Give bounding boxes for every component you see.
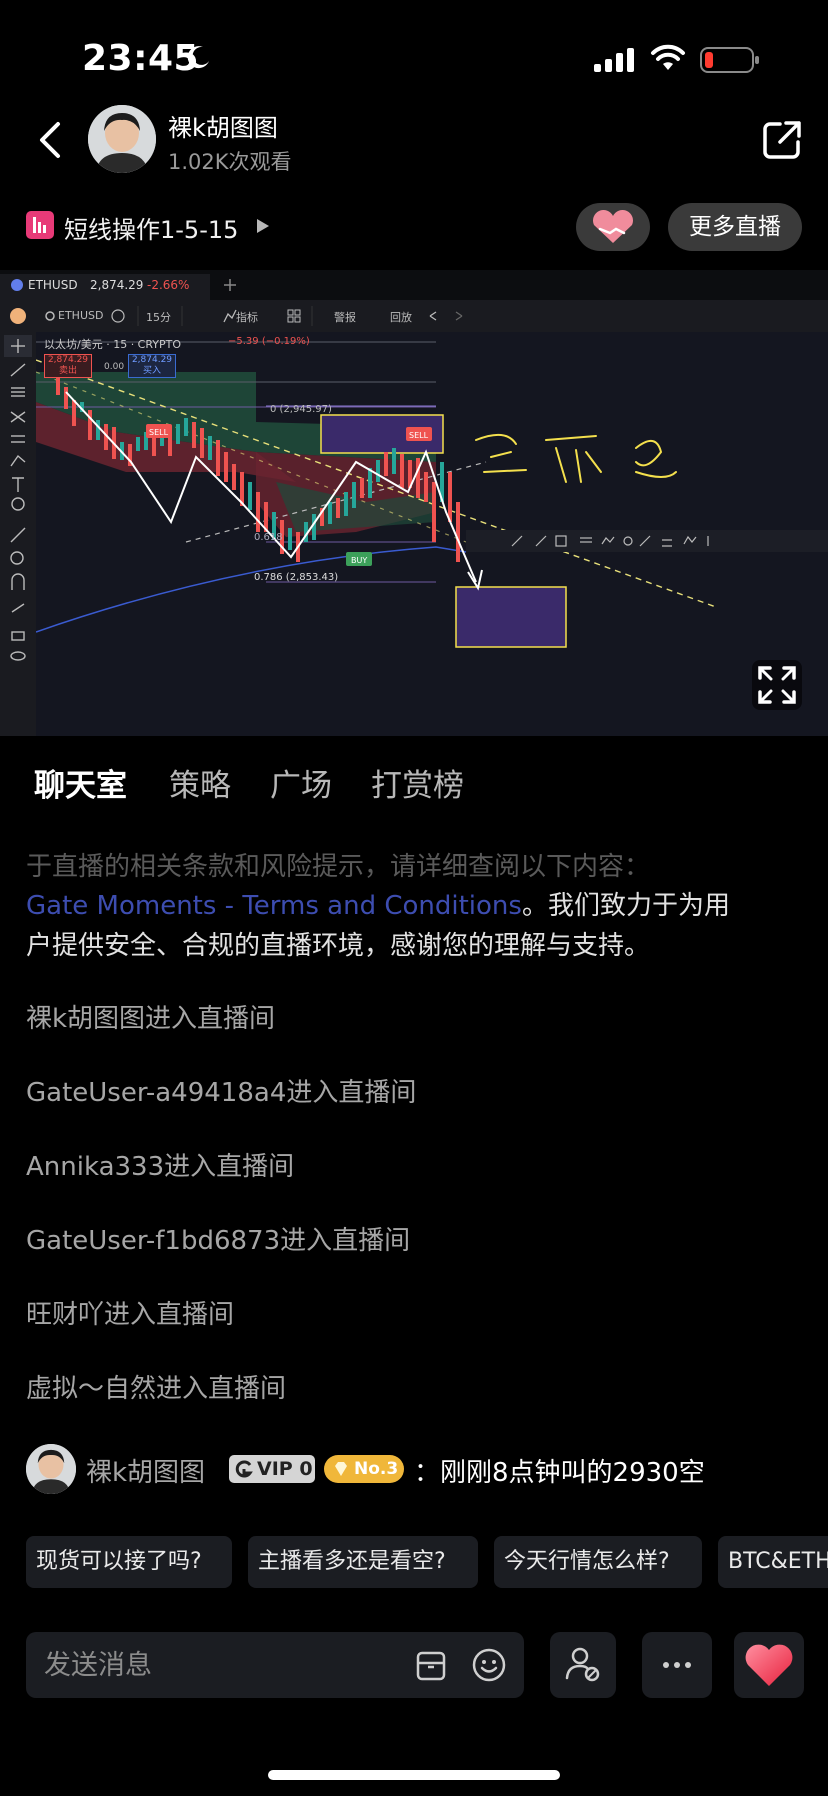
wifi-icon bbox=[651, 44, 685, 70]
support-heart-button[interactable] bbox=[576, 203, 650, 251]
notice-text: Gate Moments - Terms and Conditions。我们致力… bbox=[26, 886, 806, 966]
join-message: GateUser-a49418a4进入直播间 bbox=[26, 1078, 417, 1108]
join-message: 裸k胡图图进入直播间 bbox=[26, 1004, 276, 1034]
topic-label[interactable]: 短线操作1-5-15 bbox=[64, 210, 238, 245]
view-count: 1.02K次观看 bbox=[168, 150, 292, 174]
svg-text:0 (2,945.97): 0 (2,945.97) bbox=[270, 404, 332, 415]
notice-after-link: 。我们致力于为用 bbox=[521, 891, 730, 921]
quick-reply-chip[interactable]: BTC&ETH bbox=[718, 1536, 828, 1588]
heart-icon bbox=[745, 1644, 793, 1686]
home-indicator bbox=[268, 1770, 560, 1780]
tab-strategy[interactable]: 策略 bbox=[169, 760, 231, 805]
notice-line2: 户提供安全、合规的直播环境，感谢您的理解与支持。 bbox=[26, 931, 651, 961]
chart-tab-bar: ETHUSD 2,874.29 -2.66% bbox=[0, 270, 828, 300]
signal-icon bbox=[594, 48, 634, 72]
chart-drawing-sidebar bbox=[0, 332, 36, 736]
message-input[interactable] bbox=[44, 1632, 404, 1698]
legend-title: 以太坊/美元 · 15 · CRYPTO bbox=[44, 338, 182, 351]
join-message: 旺财吖进入直播间 bbox=[26, 1300, 235, 1330]
svg-text:0.786 (2,853.43): 0.786 (2,853.43) bbox=[254, 572, 338, 583]
svg-text:SELL: SELL bbox=[409, 431, 429, 440]
rank-badge: No.3 bbox=[324, 1455, 404, 1483]
legend-change: −5.39 (−0.19%) bbox=[228, 336, 310, 347]
status-bar: 23:45 bbox=[0, 0, 828, 110]
host-avatar[interactable] bbox=[88, 105, 156, 173]
tab-square[interactable]: 广场 bbox=[270, 760, 332, 805]
join-message: GateUser-f1bd6873进入直播间 bbox=[26, 1226, 411, 1256]
quick-reply-chip[interactable]: 今天行情怎么样? bbox=[494, 1536, 702, 1588]
gift-box-icon[interactable] bbox=[416, 1650, 446, 1682]
live-video-stream[interactable]: ETHUSD 2,874.29 -2.66% ETHUSD 15分 指标 警报 … bbox=[0, 270, 828, 736]
heart-handshake-icon bbox=[592, 209, 634, 243]
chart-toolbar: ETHUSD 15分 指标 警报 回放 bbox=[0, 300, 828, 332]
live-bars-icon bbox=[26, 211, 54, 239]
quick-reply-chip[interactable]: 主播看多还是看空? bbox=[248, 1536, 478, 1588]
more-options-button[interactable] bbox=[642, 1632, 712, 1698]
quick-reply-chip[interactable]: 现货可以接了吗? bbox=[26, 1536, 232, 1588]
user-settings-icon bbox=[565, 1647, 600, 1682]
like-button[interactable] bbox=[734, 1632, 804, 1698]
join-message: Annika333进入直播间 bbox=[26, 1152, 295, 1182]
chart-price: 2,874.29 bbox=[90, 278, 144, 292]
message-author[interactable]: 裸k胡图图 bbox=[86, 1452, 205, 1489]
notice-faded-line: 于直播的相关条款和风险提示，请详细查阅以下内容： bbox=[26, 852, 651, 882]
terms-link[interactable]: Gate Moments - Terms and Conditions bbox=[26, 891, 522, 921]
vip-level: VIP 0 bbox=[257, 1458, 313, 1480]
chart-symbol: ETHUSD bbox=[28, 278, 78, 292]
user-settings-button[interactable] bbox=[550, 1632, 616, 1698]
diamond-icon bbox=[335, 1462, 347, 1476]
sell-box-price: 2,874.29 bbox=[47, 355, 89, 365]
vip-badge: VIP 0 bbox=[229, 1455, 315, 1483]
buy-box[interactable]: 2,874.29 买入 bbox=[128, 354, 176, 378]
tab-chatroom[interactable]: 聊天室 bbox=[34, 760, 127, 805]
vip-g-icon bbox=[235, 1460, 253, 1478]
host-name[interactable]: 裸k胡图图 bbox=[168, 108, 278, 143]
svg-text:SELL: SELL bbox=[149, 428, 169, 437]
message-text: ：刚刚8点钟叫的2930空 bbox=[414, 1458, 705, 1488]
battery-icon bbox=[700, 47, 759, 73]
sell-box-label: 卖出 bbox=[58, 366, 77, 376]
message-avatar[interactable] bbox=[26, 1444, 76, 1494]
share-icon[interactable] bbox=[760, 118, 804, 162]
chart-change: -2.66% bbox=[147, 278, 190, 292]
tab-tip-ranking[interactable]: 打赏榜 bbox=[371, 760, 464, 805]
spread-value: 0.00 bbox=[104, 362, 125, 372]
message-composer bbox=[26, 1632, 524, 1698]
play-triangle-icon[interactable] bbox=[256, 218, 270, 234]
back-chevron-icon[interactable] bbox=[32, 118, 72, 162]
moon-icon bbox=[187, 46, 209, 69]
buy-box-price: 2,874.29 bbox=[131, 355, 173, 365]
price-chart: 0 (2,945.97) 0.618 0.786 (2,853.43) SELL… bbox=[36, 341, 828, 648]
rank-label: No.3 bbox=[354, 1459, 399, 1479]
svg-text:0.618: 0.618 bbox=[254, 532, 283, 543]
fullscreen-icon[interactable] bbox=[752, 660, 802, 710]
status-time: 23:45 bbox=[82, 38, 200, 79]
more-live-button[interactable]: 更多直播 bbox=[668, 203, 802, 251]
buy-box-label: 买入 bbox=[142, 366, 161, 376]
svg-text:BUY: BUY bbox=[351, 556, 367, 565]
join-message: 虚拟～自然进入直播间 bbox=[26, 1374, 287, 1404]
sell-box[interactable]: 2,874.29 卖出 bbox=[44, 354, 92, 378]
more-dots-icon bbox=[663, 1662, 691, 1668]
emoji-icon[interactable] bbox=[472, 1648, 506, 1682]
